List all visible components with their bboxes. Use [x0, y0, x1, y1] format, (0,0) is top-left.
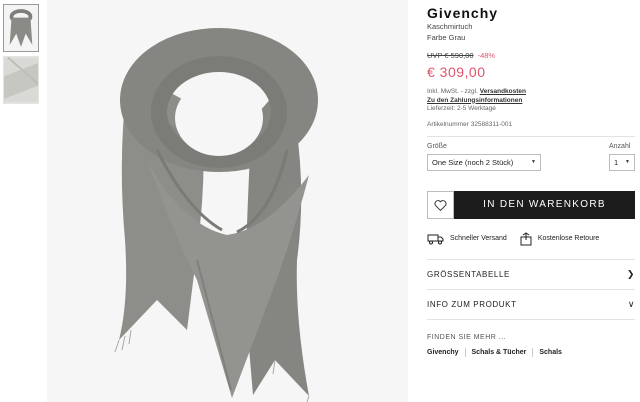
quantity-selector: Anzahl 1 ▼: [609, 143, 635, 171]
scarf-image: [47, 0, 408, 402]
caret-down-icon: ▼: [625, 159, 630, 165]
payment-info: Zu den Zahlungsinformationen: [427, 97, 635, 106]
link-scarves[interactable]: Schals: [539, 349, 562, 356]
fast-shipping-label: Schneller Versand: [450, 235, 507, 242]
size-chart-label: GRÖSSENTABELLE: [427, 269, 510, 279]
quantity-value: 1: [614, 157, 619, 167]
discount-badge: -48%: [477, 51, 496, 60]
option-selectors: Größe One Size (noch 2 Stück) ▼ Anzahl 1…: [427, 143, 635, 171]
payment-info-link[interactable]: Zu den Zahlungsinformationen: [427, 97, 522, 104]
shipping-costs-link[interactable]: Versandkosten: [480, 88, 526, 95]
thumbnail-scarf-worn[interactable]: [3, 4, 39, 52]
product-name: Kaschmirtuch: [427, 22, 473, 31]
product-info-row[interactable]: INFO ZUM PRODUKT ∨: [427, 290, 635, 320]
benefits-row: Schneller Versand Kostenlose Retoure: [427, 231, 635, 246]
product-info-label: INFO ZUM PRODUKT: [427, 299, 517, 309]
truck-icon: [427, 234, 444, 244]
brand-name[interactable]: Givenchy: [427, 5, 635, 21]
tax-text: Inkl. MwSt. - zzgl.: [427, 88, 478, 95]
heart-icon: [434, 199, 447, 211]
size-selector: Größe One Size (noch 2 Stück) ▼: [427, 143, 541, 171]
product-color: Farbe Grau: [427, 33, 466, 42]
link-divider: [532, 347, 534, 357]
caret-down-icon: ▼: [531, 159, 536, 165]
quantity-label: Anzahl: [609, 142, 631, 150]
sale-price: € 309,00: [427, 64, 486, 80]
tax-note: Inkl. MwSt. - zzgl. Versandkosten: [427, 88, 635, 97]
delivery-time: Lieferzeit: 2-5 Werktage: [427, 105, 496, 112]
size-label: Größe: [427, 142, 447, 150]
chevron-down-icon: ∨: [627, 298, 635, 309]
find-more-title: FINDEN SIE MEHR ...: [427, 333, 507, 341]
cart-actions: IN DEN WARENKORB: [427, 190, 635, 219]
thumbnail-strip: [0, 0, 42, 104]
wishlist-button[interactable]: [427, 190, 454, 219]
size-select[interactable]: One Size (noch 2 Stück) ▼: [427, 153, 541, 171]
fast-shipping-benefit: Schneller Versand: [427, 233, 507, 245]
fabric-thumbnail-image: [4, 57, 38, 103]
free-returns-benefit: Kostenlose Retoure: [519, 231, 600, 246]
return-box-icon: [520, 231, 532, 245]
free-returns-label: Kostenlose Retoure: [537, 235, 600, 242]
link-divider: [464, 347, 466, 357]
size-chart-row[interactable]: GRÖSSENTABELLE ❯: [427, 260, 635, 290]
add-to-cart-button[interactable]: IN DEN WARENKORB: [454, 190, 635, 219]
link-givenchy[interactable]: Givenchy: [427, 349, 459, 356]
original-price: UVP € 590,00: [427, 51, 474, 60]
product-info-panel: Givenchy Kaschmirtuch Farbe Grau UVP € 5…: [427, 0, 635, 357]
accordion: GRÖSSENTABELLE ❯ INFO ZUM PRODUKT ∨: [427, 258, 635, 320]
chevron-right-icon: ❯: [626, 268, 635, 279]
thumbnail-fabric-detail[interactable]: [3, 56, 39, 104]
find-more-links: Givenchy Schals & Tücher Schals: [427, 347, 635, 357]
link-scarves-shawls[interactable]: Schals & Tücher: [472, 349, 527, 356]
size-value: One Size (noch 2 Stück): [432, 157, 514, 167]
price-row: UVP € 590,00 -48%: [427, 51, 635, 60]
scarf-thumbnail-image: [4, 5, 38, 51]
article-number: Artikelnummer 32588311-001: [427, 121, 635, 137]
quantity-select[interactable]: 1 ▼: [609, 153, 635, 171]
main-product-image[interactable]: [47, 0, 408, 402]
